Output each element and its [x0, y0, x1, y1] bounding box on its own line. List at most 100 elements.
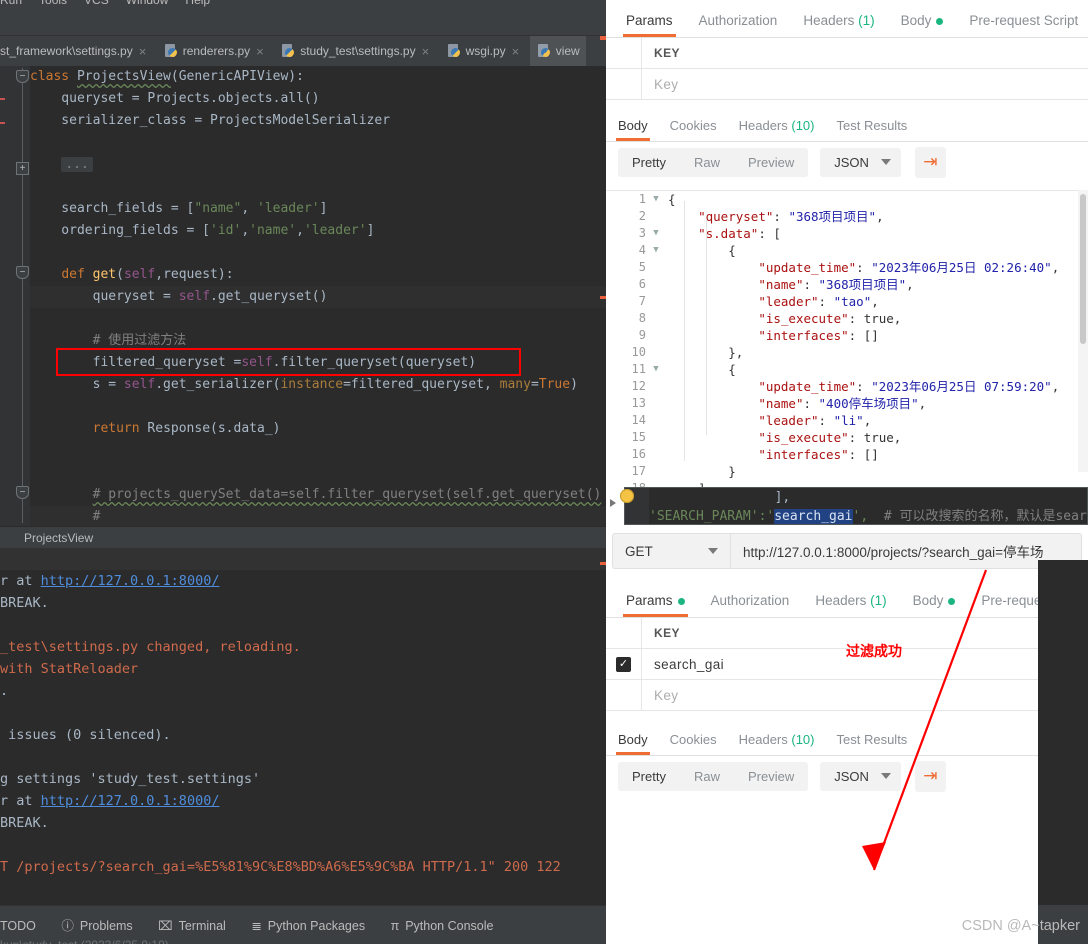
fold-expand-icon[interactable]: + [16, 162, 29, 175]
menu-vcs[interactable]: VCS [84, 0, 109, 7]
bottom-url-bar[interactable]: GET http://127.0.0.1:8000/projects/?sear… [606, 530, 1088, 572]
res-tab-test-results[interactable]: Test Results [837, 732, 908, 755]
editor-gutter[interactable]: − + − − [0, 66, 30, 526]
http-method-select[interactable]: GET [612, 533, 730, 569]
fold-collapse-icon[interactable]: − [16, 70, 29, 83]
json-line[interactable]: 12 "update_time": "2023年06月25日 07:59:20"… [606, 378, 1088, 395]
top-params-table[interactable]: KEY Key [606, 38, 1088, 100]
status-python-console[interactable]: π Python Console [391, 916, 494, 936]
code-snippet-overlay[interactable]: ], 'SEARCH_PARAM':'search_gai', # 可以改搜索的… [624, 487, 1088, 525]
key-input[interactable]: Key [642, 688, 1088, 703]
json-line[interactable]: 15 "is_execute": true, [606, 429, 1088, 446]
format-toggle-group[interactable]: Pretty Raw Preview [618, 761, 809, 791]
content-type-select[interactable]: JSON [820, 147, 901, 177]
tab-authorization[interactable]: Authorization [699, 13, 778, 37]
fold-collapse-icon[interactable]: − [16, 266, 29, 279]
format-preview-button[interactable]: Preview [734, 762, 808, 791]
expand-arrow-icon[interactable] [610, 499, 616, 507]
format-pretty-button[interactable]: Pretty [618, 148, 680, 177]
code-text[interactable]: class ProjectsView(GenericAPIView): quer… [30, 66, 606, 526]
tab-pre-request-script[interactable]: Pre-request Script [969, 13, 1078, 37]
word-wrap-icon[interactable]: ⇥ [914, 760, 946, 792]
ide-status-bar[interactable]: TODO ⓘ Problems ⌧ Terminal ≣ Python Package… [0, 905, 606, 944]
params-row-empty[interactable]: Key [606, 69, 1088, 100]
json-line[interactable]: 17 } [606, 463, 1088, 480]
bottom-response-tabs[interactable]: Body Cookies Headers (10) Test Results [606, 722, 1088, 756]
tab-settings-framework[interactable]: st_framework\settings.py × [0, 36, 152, 66]
json-line[interactable]: 14 "leader": "li", [606, 412, 1088, 429]
json-line[interactable]: 3 ▼ "s.data": [ [606, 225, 1088, 242]
json-line[interactable]: 7 "leader": "tao", [606, 293, 1088, 310]
menu-tools[interactable]: Tools [39, 0, 67, 7]
status-python-packages[interactable]: ≣ Python Packages [251, 916, 365, 936]
checkbox-checked-icon[interactable]: ✓ [616, 656, 631, 672]
format-raw-button[interactable]: Raw [680, 148, 734, 177]
close-icon[interactable]: × [256, 45, 264, 58]
close-icon[interactable]: × [139, 45, 147, 58]
tab-body[interactable]: Body [913, 593, 956, 617]
console-link[interactable]: http://127.0.0.1:8000/ [41, 793, 220, 809]
tab-params[interactable]: Params [623, 13, 676, 37]
json-line[interactable]: 5 "update_time": "2023年06月25日 02:26:40", [606, 259, 1088, 276]
json-line[interactable]: 6 "name": "368项目项目", [606, 276, 1088, 293]
json-fold-arrow-icon[interactable]: ▼ [650, 361, 662, 378]
content-type-select[interactable]: JSON [820, 761, 901, 791]
folded-region-icon[interactable]: ... [61, 157, 93, 172]
tab-headers[interactable]: Headers (1) [803, 13, 874, 37]
ide-menu-items[interactable]: Run Tools VCS Window Help [0, 0, 227, 9]
snippet-selected-token[interactable]: search_gai [774, 509, 853, 524]
tab-authorization[interactable]: Authorization [711, 593, 790, 617]
res-tab-headers[interactable]: Headers (10) [739, 118, 815, 141]
bottom-request-tabs[interactable]: Params Authorization Headers (1) Body Pr… [606, 580, 1088, 618]
json-line[interactable]: 8 "is_execute": true, [606, 310, 1088, 327]
url-input[interactable]: http://127.0.0.1:8000/projects/?search_g… [730, 533, 1082, 569]
menu-run[interactable]: Run [0, 0, 22, 7]
tab-views[interactable]: view [529, 36, 586, 66]
word-wrap-icon[interactable]: ⇥ [914, 146, 946, 178]
tab-study-test-settings[interactable]: study_test\settings.py × [274, 36, 435, 66]
json-line[interactable]: 1 ▼ { [606, 191, 1088, 208]
res-tab-cookies[interactable]: Cookies [670, 732, 717, 755]
scrollbar-thumb[interactable] [1080, 194, 1086, 344]
tab-renderers[interactable]: renderers.py × [157, 36, 270, 66]
json-fold-arrow-icon[interactable]: ▼ [650, 242, 662, 259]
json-line[interactable]: 2 "queryset": "368项目项目", [606, 208, 1088, 225]
params-row-empty[interactable]: Key [606, 680, 1088, 711]
bottom-format-bar[interactable]: Pretty Raw Preview JSON ⇥ [606, 756, 1088, 796]
console-link[interactable]: http://127.0.0.1:8000/ [41, 573, 220, 589]
close-icon[interactable]: × [422, 45, 430, 58]
format-preview-button[interactable]: Preview [734, 148, 808, 177]
menu-window[interactable]: Window [126, 0, 169, 7]
key-input[interactable]: Key [642, 77, 1088, 92]
json-line[interactable]: 11 ▼ { [606, 361, 1088, 378]
status-todo[interactable]: TODO [0, 916, 36, 936]
tab-params[interactable]: Params [623, 593, 688, 617]
format-toggle-group[interactable]: Pretty Raw Preview [618, 147, 809, 177]
json-line[interactable]: 16 "interfaces": [] [606, 446, 1088, 463]
code-line-folded[interactable]: ... [30, 154, 93, 176]
res-tab-headers[interactable]: Headers (10) [739, 732, 815, 755]
tab-wsgi[interactable]: wsgi.py × [440, 36, 526, 66]
editor-tab-bar[interactable]: st_framework\settings.py × renderers.py … [0, 36, 606, 66]
menu-help[interactable]: Help [185, 0, 210, 7]
top-json-scrollbar[interactable] [1078, 190, 1088, 472]
tab-body[interactable]: Body [901, 13, 944, 37]
res-tab-body[interactable]: Body [616, 118, 650, 141]
tool-window-buttons[interactable]: TODO ⓘ Problems ⌧ Terminal ≣ Python Package… [0, 916, 515, 936]
status-problems[interactable]: ⓘ Problems [61, 916, 132, 936]
res-tab-cookies[interactable]: Cookies [670, 118, 717, 141]
format-pretty-button[interactable]: Pretty [618, 762, 680, 791]
row-checkbox-cell[interactable] [606, 69, 642, 99]
top-format-bar[interactable]: Pretty Raw Preview JSON ⇥ [606, 142, 1088, 182]
json-line[interactable]: 10 }, [606, 344, 1088, 361]
breadcrumb[interactable]: ProjectsView [0, 526, 606, 548]
bottom-params-table[interactable]: KEY ✓ search_gai Key [606, 618, 1088, 711]
json-fold-arrow-icon[interactable]: ▼ [650, 191, 662, 208]
json-fold-arrow-icon[interactable]: ▼ [650, 225, 662, 242]
format-raw-button[interactable]: Raw [680, 762, 734, 791]
run-console[interactable]: r at http://127.0.0.1:8000/ BREAK. _test… [0, 548, 606, 905]
json-line[interactable]: 4 ▼ { [606, 242, 1088, 259]
row-checkbox-cell[interactable]: ✓ [606, 649, 642, 679]
json-line[interactable]: 13 "name": "400停车场项目", [606, 395, 1088, 412]
json-line[interactable]: 9 "interfaces": [] [606, 327, 1088, 344]
